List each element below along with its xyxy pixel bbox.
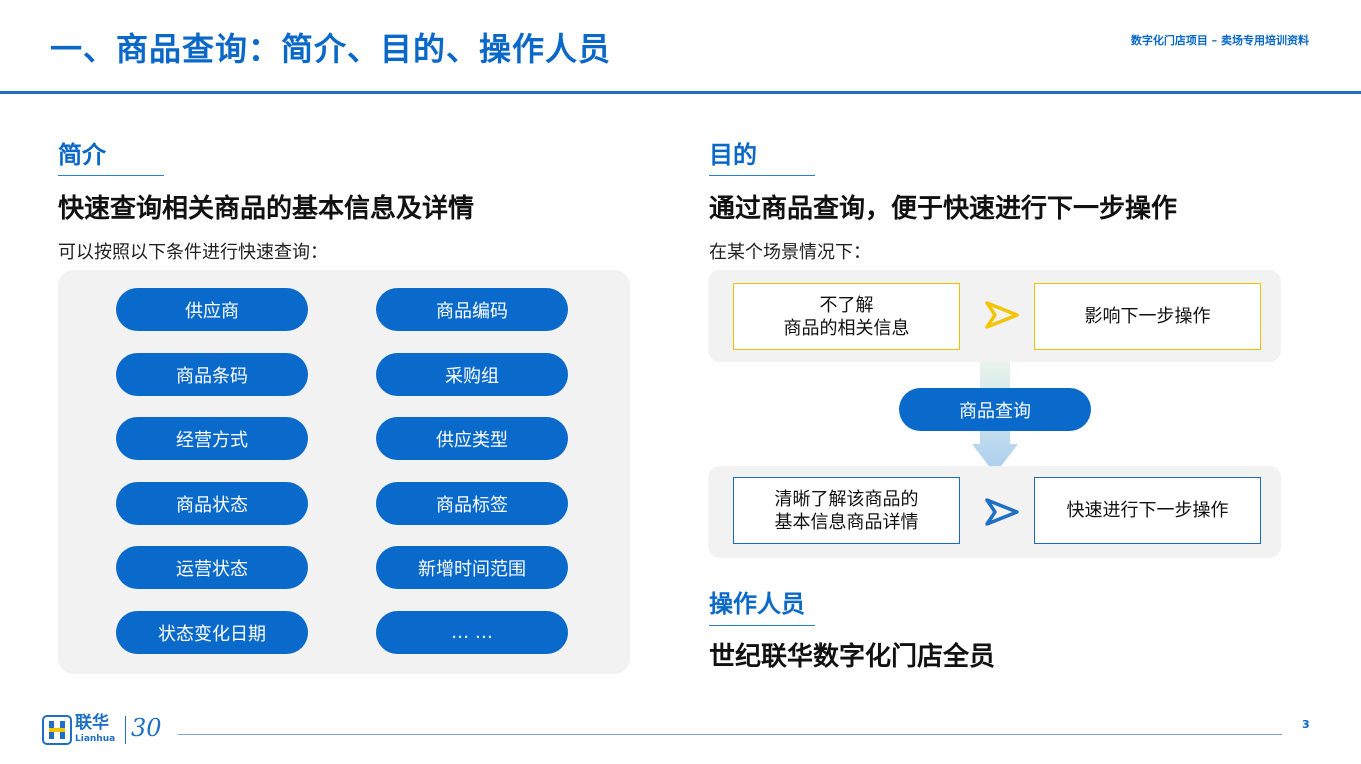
anniversary-mark: 30 [131,714,162,742]
before-result-box: 影响下一步操作 [1034,283,1261,350]
before-situation-box: 不了解 商品的相关信息 [733,283,960,350]
footer-divider [178,734,1282,735]
intro-heading: 简介 [58,141,106,169]
lianhua-logo-icon [42,715,72,745]
condition-pill: 经营方式 [116,417,308,460]
arrow-right-icon [985,301,1019,329]
after-situation-box: 清晰了解该商品的 基本信息商品详情 [733,477,960,544]
condition-pill: 运营状态 [116,546,308,589]
intro-underline [58,175,164,176]
page-title: 一、商品查询：简介、目的、操作人员 [50,30,612,68]
condition-pill: 商品状态 [116,482,308,525]
page-number: 3 [1302,718,1310,731]
condition-pill: 新增时间范围 [376,546,568,589]
condition-pill: 状态变化日期 [116,611,308,654]
condition-pill: 采购组 [376,353,568,396]
header-divider [0,91,1361,94]
condition-pill: 供应商 [116,288,308,331]
purpose-underline [709,175,815,176]
logo-separator [125,716,126,744]
logo-text: 联华 [75,713,109,733]
before-line1: 不了解 [819,294,874,316]
logo-sub: Lianhua [75,734,116,744]
condition-pill: 供应类型 [376,417,568,460]
operators-heading: 操作人员 [709,590,805,618]
after-line1: 清晰了解该商品的 [774,488,919,510]
lianhua-logo: 联华 Lianhua 30 [42,714,177,746]
purpose-headline: 通过商品查询，便于快速进行下一步操作 [709,194,1178,224]
intro-subtext: 可以按照以下条件进行快速查询： [58,242,328,263]
condition-pill: 商品编码 [376,288,568,331]
condition-pill: 商品条码 [116,353,308,396]
intro-headline: 快速查询相关商品的基本信息及详情 [58,194,475,224]
purpose-heading: 目的 [709,141,757,169]
product-query-pill: 商品查询 [899,388,1091,431]
condition-pill: … … [376,611,568,654]
operators-headline: 世纪联华数字化门店全员 [709,642,996,672]
after-line2: 基本信息商品详情 [774,511,919,533]
operators-underline [709,625,815,626]
before-line2: 商品的相关信息 [783,317,910,339]
after-result-box: 快速进行下一步操作 [1034,477,1261,544]
condition-pill: 商品标签 [376,482,568,525]
purpose-subtext: 在某个场景情况下： [709,242,871,263]
arrow-right-icon [985,498,1019,526]
project-label: 数字化门店项目 – 卖场专用培训资料 [1130,34,1309,47]
